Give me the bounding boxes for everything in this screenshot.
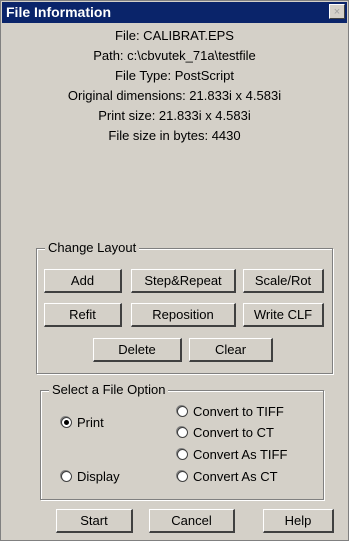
convert-as-tiff-radio[interactable]: Convert As TIFF bbox=[177, 447, 287, 462]
file-option-label: Select a File Option bbox=[49, 382, 169, 397]
close-button[interactable]: × bbox=[329, 4, 345, 19]
print-radio-label: Print bbox=[77, 415, 104, 430]
convert-to-ct-radio[interactable]: Convert to CT bbox=[177, 425, 274, 440]
convert-as-tiff-label: Convert As TIFF bbox=[193, 447, 288, 462]
original-dimensions-text: Original dimensions: 21.833i x 4.583i bbox=[67, 88, 282, 103]
change-layout-label: Change Layout bbox=[45, 240, 140, 255]
write-clf-button[interactable]: Write CLF bbox=[243, 303, 324, 327]
file-path-text: Path: c:\cbvutek_71a\testfile bbox=[93, 48, 256, 63]
file-type-text: File Type: PostScript bbox=[115, 68, 234, 83]
print-radio-button[interactable] bbox=[61, 417, 72, 428]
file-information-window: File Information × File: CALIBRAT.EPS Pa… bbox=[0, 0, 349, 541]
selected-dot-icon bbox=[64, 420, 69, 425]
print-size-text: Print size: 21.833i x 4.583i bbox=[98, 108, 251, 123]
convert-to-ct-radio-button[interactable] bbox=[177, 427, 188, 438]
help-button[interactable]: Help bbox=[263, 509, 334, 533]
convert-as-ct-radio[interactable]: Convert As CT bbox=[177, 469, 278, 484]
clear-button[interactable]: Clear bbox=[189, 338, 273, 362]
cancel-button[interactable]: Cancel bbox=[149, 509, 235, 533]
print-radio[interactable]: Print bbox=[61, 415, 104, 430]
convert-as-ct-radio-button[interactable] bbox=[177, 471, 188, 482]
scale-rot-button[interactable]: Scale/Rot bbox=[243, 269, 324, 293]
window-title: File Information bbox=[6, 4, 111, 20]
convert-to-tiff-label: Convert to TIFF bbox=[193, 404, 284, 419]
display-radio-label: Display bbox=[77, 469, 120, 484]
close-icon: × bbox=[333, 6, 341, 18]
display-radio[interactable]: Display bbox=[61, 469, 120, 484]
convert-to-tiff-radio[interactable]: Convert to TIFF bbox=[177, 404, 284, 419]
convert-as-ct-label: Convert As CT bbox=[193, 469, 278, 484]
add-button[interactable]: Add bbox=[44, 269, 122, 293]
file-size-text: File size in bytes: 4430 bbox=[108, 128, 241, 143]
convert-to-ct-label: Convert to CT bbox=[193, 425, 274, 440]
refit-button[interactable]: Refit bbox=[44, 303, 122, 327]
display-radio-button[interactable] bbox=[61, 471, 72, 482]
file-name-text: File: CALIBRAT.EPS bbox=[115, 28, 234, 43]
start-button[interactable]: Start bbox=[56, 509, 133, 533]
convert-to-tiff-radio-button[interactable] bbox=[177, 406, 188, 417]
step-repeat-button[interactable]: Step&Repeat bbox=[131, 269, 236, 293]
reposition-button[interactable]: Reposition bbox=[131, 303, 236, 327]
delete-button[interactable]: Delete bbox=[93, 338, 182, 362]
convert-as-tiff-radio-button[interactable] bbox=[177, 449, 188, 460]
title-bar[interactable]: File Information × bbox=[2, 2, 347, 23]
